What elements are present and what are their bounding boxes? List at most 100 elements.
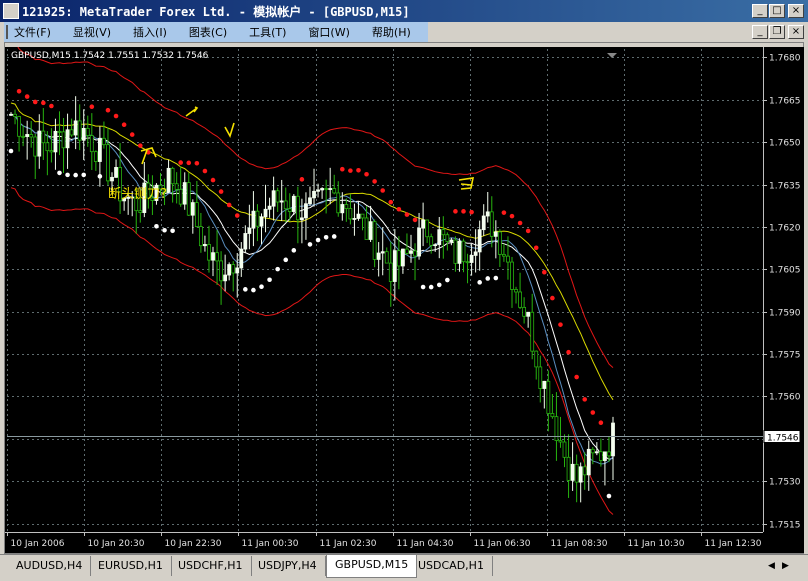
tab-gbpusd-m15[interactable]: GBPUSD,M15 [326, 555, 418, 578]
candle-body [97, 137, 102, 162]
sar-dot-red [218, 189, 224, 194]
sar-dot-white [331, 234, 337, 239]
tab-scroll-left-icon[interactable]: ◀ [768, 561, 777, 571]
menu-charts[interactable]: 图表(C) [189, 24, 227, 40]
price-chart[interactable]: 1.7680 1.7665 1.7650 1.7635 1.7620 1.7605 1.75… [5, 47, 804, 553]
tab-audusd-h4[interactable]: AUDUSD,H4 [8, 556, 92, 576]
candle-body [522, 306, 527, 317]
candle-body [611, 422, 615, 457]
sar-dot-white [307, 242, 313, 247]
sar-dot-red [89, 104, 95, 110]
candle-body [73, 120, 78, 136]
candle-body [299, 217, 304, 221]
candle-body [457, 240, 462, 264]
candle-body [166, 167, 171, 193]
candle-body [518, 291, 522, 308]
candle-body [477, 229, 482, 253]
tab-usdjpy-h4[interactable]: USDJPY,H4 [250, 556, 326, 576]
candle-body [316, 189, 320, 192]
sar-dot-red [234, 213, 240, 218]
sar-dot-white [65, 172, 70, 178]
candle-body [445, 234, 450, 242]
sar-dot-red [348, 168, 353, 173]
sar-dot-red [194, 160, 200, 166]
candle-body [465, 261, 470, 264]
x-tick-label: 11 Jan 04:30 [397, 539, 454, 549]
sar-dot-red [137, 143, 143, 148]
doc-minimize-button[interactable]: _ [752, 25, 768, 39]
candle-body [437, 229, 442, 246]
document-icon [6, 25, 8, 39]
candle-body [77, 120, 82, 141]
candle-body [271, 190, 276, 207]
x-tick-label: 10 Jan 20:30 [88, 539, 145, 549]
menu-view[interactable]: 显视(V) [73, 24, 111, 40]
candle-body [534, 350, 539, 368]
candle-body [114, 167, 118, 178]
menu-insert[interactable]: 插入(I) [133, 24, 167, 40]
sar-dot-red [129, 132, 135, 137]
candle-body [590, 448, 595, 454]
candle-body [388, 262, 393, 282]
close-button[interactable]: × [788, 4, 804, 18]
candle-body [223, 274, 228, 282]
candle-body [190, 202, 195, 216]
minimize-button[interactable]: _ [752, 4, 768, 18]
candle-body [198, 226, 203, 247]
candle-body [255, 210, 260, 227]
candle-body [49, 150, 54, 153]
tab-usdcad-h1[interactable]: USDCAD,H1 [410, 556, 493, 576]
x-tick-label: 10 Jan 22:30 [165, 539, 222, 549]
doc-restore-button[interactable]: ❐ [769, 25, 785, 39]
sar-dot-white [477, 280, 482, 285]
menu-bar: 文件(F) 显视(V) 插入(I) 图表(C) 工具(T) 窗口(W) 帮助(H… [0, 22, 808, 42]
candle-body [469, 255, 474, 263]
sar-dot-red [49, 103, 54, 109]
menu-window[interactable]: 窗口(W) [308, 24, 349, 40]
candle-body [304, 203, 308, 219]
candle-body [481, 215, 486, 231]
sar-dot-red [453, 209, 458, 214]
maximize-button[interactable]: □ [769, 4, 785, 18]
candle-body [380, 251, 385, 254]
candle-body [231, 264, 236, 274]
y-tick-label: 1.7650 [769, 139, 801, 149]
tab-scroll-right-icon[interactable]: ▶ [782, 561, 791, 571]
candle-body [93, 151, 98, 162]
sar-dot-white [436, 282, 442, 288]
candle-body [364, 217, 369, 240]
candle-body [558, 440, 563, 443]
tab-eurusd-h1[interactable]: EURUSD,H1 [90, 556, 172, 576]
tab-usdchf-h1[interactable]: USDCHF,H1 [170, 556, 252, 576]
candle-body [530, 311, 535, 352]
candle-body [182, 182, 187, 205]
sar-dot-red [412, 217, 418, 223]
candle-body [396, 250, 401, 267]
candle-body [546, 380, 551, 414]
doc-close-button[interactable]: × [788, 25, 804, 39]
candle-body [607, 451, 611, 457]
candle-body [493, 231, 498, 237]
sar-dot-white [606, 493, 612, 499]
sar-dot-white [323, 234, 329, 240]
candle-body [449, 239, 454, 242]
sar-dot-red [202, 168, 208, 174]
x-tick-label: 10 Jan 2006 [11, 539, 65, 549]
candle-body [227, 264, 232, 276]
candle-body [45, 142, 50, 152]
app-icon [3, 3, 19, 19]
sar-dot-white [57, 170, 62, 176]
candle-body [170, 167, 175, 185]
candle-body [251, 210, 256, 229]
menu-help[interactable]: 帮助(H) [372, 24, 411, 40]
sar-dot-red [372, 179, 377, 184]
menu-file[interactable]: 文件(F) [14, 24, 51, 40]
candle-body [506, 255, 510, 263]
candle-body [243, 233, 248, 250]
candle-body [376, 252, 381, 260]
candle-body [603, 451, 607, 461]
sar-dot-red [340, 166, 345, 172]
menu-tools[interactable]: 工具(T) [249, 24, 286, 40]
candle-body [102, 137, 106, 146]
candle-body [433, 244, 438, 247]
